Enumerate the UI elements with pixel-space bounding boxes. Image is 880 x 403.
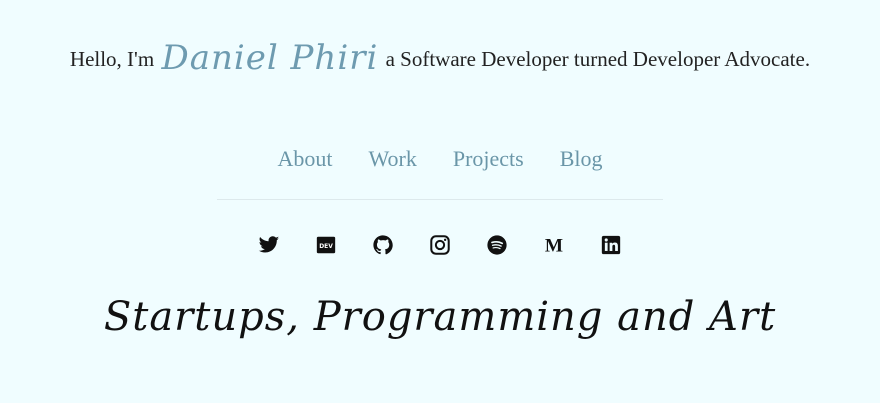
spotify-icon bbox=[487, 235, 507, 255]
twitter-link[interactable] bbox=[258, 234, 280, 256]
social-links: DEV M bbox=[0, 234, 880, 256]
twitter-icon bbox=[258, 236, 280, 253]
nav-blog[interactable]: Blog bbox=[560, 146, 603, 172]
svg-text:M: M bbox=[545, 235, 563, 256]
main-nav: About Work Projects Blog bbox=[0, 146, 880, 172]
intro-line: Hello, I'm Daniel Phiri a Software Devel… bbox=[0, 34, 880, 83]
linkedin-icon bbox=[601, 235, 621, 255]
instagram-link[interactable] bbox=[429, 234, 451, 256]
nav-about[interactable]: About bbox=[277, 146, 332, 172]
github-icon bbox=[373, 235, 393, 255]
nav-projects[interactable]: Projects bbox=[453, 146, 524, 172]
intro-suffix: a Software Developer turned Developer Ad… bbox=[385, 47, 811, 71]
spotify-link[interactable] bbox=[486, 234, 508, 256]
medium-link[interactable]: M bbox=[543, 234, 565, 256]
svg-text:DEV: DEV bbox=[319, 243, 333, 250]
medium-icon: M bbox=[545, 235, 563, 256]
author-name: Daniel Phiri bbox=[161, 38, 379, 78]
dev-link[interactable]: DEV bbox=[315, 234, 337, 256]
github-link[interactable] bbox=[372, 234, 394, 256]
tagline: Startups, Programming and Art bbox=[103, 294, 777, 340]
intro-prefix: Hello, I'm bbox=[69, 47, 155, 71]
nav-divider bbox=[217, 199, 663, 200]
instagram-icon bbox=[430, 235, 450, 255]
linkedin-link[interactable] bbox=[600, 234, 622, 256]
dev-icon: DEV bbox=[316, 236, 336, 254]
nav-work[interactable]: Work bbox=[368, 146, 416, 172]
